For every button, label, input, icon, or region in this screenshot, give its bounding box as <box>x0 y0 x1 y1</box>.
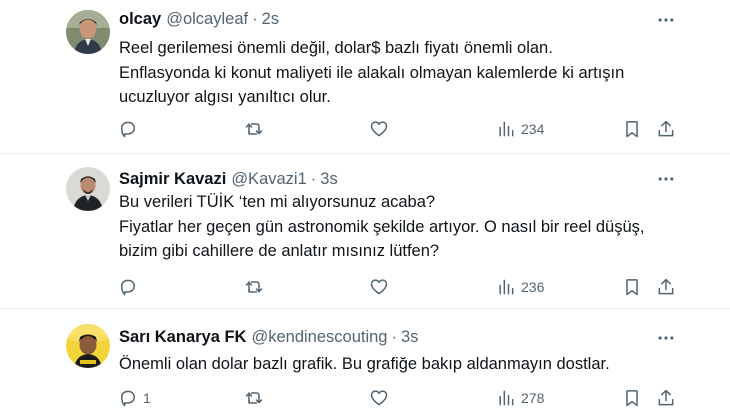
share-button[interactable] <box>656 117 676 141</box>
reply-button[interactable] <box>118 275 143 299</box>
more-dots-icon[interactable] <box>654 8 678 32</box>
share-icon <box>658 120 674 137</box>
view-count: 234 <box>521 121 545 137</box>
avatar[interactable] <box>66 167 110 211</box>
author-handle[interactable]: @olcayleaf <box>166 10 248 29</box>
tweet-text: Bu verileri TÜİK ‘ten mi alıyorsunuz aca… <box>119 190 689 264</box>
timestamp[interactable]: 2s <box>262 10 279 29</box>
retweet-icon <box>245 123 263 135</box>
separator-dot: · <box>310 169 317 188</box>
tweet-actions: 236 <box>110 275 680 299</box>
view-count: 278 <box>521 390 545 406</box>
views-button[interactable]: 234 <box>496 117 544 141</box>
share-button[interactable] <box>656 386 676 410</box>
tweet-text: Önemli olan dolar bazlı grafik. Bu grafi… <box>119 352 689 377</box>
more-dots-icon[interactable] <box>654 326 678 350</box>
bookmark-icon <box>626 121 638 138</box>
views-icon <box>499 279 514 295</box>
retweet-icon <box>245 392 263 404</box>
tweet-actions: 1 278 <box>110 386 680 410</box>
author-name[interactable]: Sajmir Kavazi <box>119 170 226 189</box>
tweet-text-line: Fiyatlar her geçen gün astronomik şekild… <box>119 217 645 236</box>
like-button[interactable] <box>369 386 394 410</box>
views-icon <box>499 390 514 406</box>
heart-icon <box>370 279 388 295</box>
share-button[interactable] <box>656 275 676 299</box>
tweet-header: Sajmir Kavazi @Kavazi1 · 3s <box>119 168 338 190</box>
bookmark-button[interactable] <box>622 275 642 299</box>
like-button[interactable] <box>369 117 394 141</box>
tweet-text-line: ucuzluyor algısı yanıltıcı olur. <box>119 88 331 106</box>
tweet-text-line: bizim gibi cahillere de anlatır mısınız … <box>119 242 440 260</box>
avatar[interactable] <box>66 324 110 368</box>
view-count: 236 <box>521 279 545 295</box>
bookmark-icon <box>626 390 638 407</box>
tweet-text-line: Bu verileri TÜİK ‘ten mi alıyorsunuz aca… <box>119 193 436 211</box>
share-icon <box>658 389 674 406</box>
tweet[interactable]: Sajmir Kavazi @Kavazi1 · 3s Bu verileri … <box>0 155 730 309</box>
timestamp[interactable]: 3s <box>401 328 418 347</box>
bookmark-icon <box>626 279 638 296</box>
reply-button[interactable] <box>118 117 143 141</box>
retweet-icon <box>245 281 263 293</box>
author-name[interactable]: Sarı Kanarya FK <box>119 328 246 347</box>
timestamp[interactable]: 3s <box>320 170 337 189</box>
bookmark-button[interactable] <box>622 117 642 141</box>
like-button[interactable] <box>369 275 394 299</box>
tweet-text-line: Enflasyonda ki konut maliyeti ile alakal… <box>119 63 625 82</box>
reply-count: 1 <box>143 390 151 406</box>
tweet-text: Reel gerilemesi önemli değil, dolar$ baz… <box>119 36 689 110</box>
separator-dot: · <box>252 9 258 28</box>
tweet-header: Sarı Kanarya FK @kendinescouting · 3s <box>119 326 418 348</box>
author-handle[interactable]: @kendinescouting <box>251 328 387 347</box>
author-name[interactable]: olcay <box>119 10 161 29</box>
tweet-actions: 234 <box>110 117 680 141</box>
share-icon <box>658 278 674 295</box>
tweet-text-line: Önemli olan dolar bazlı grafik. Bu grafi… <box>119 355 610 373</box>
avatar[interactable] <box>66 10 110 54</box>
views-icon <box>499 121 514 137</box>
retweet-button[interactable] <box>244 275 269 299</box>
retweet-button[interactable] <box>244 386 269 410</box>
separator-dot: · <box>391 327 398 346</box>
bookmark-button[interactable] <box>622 386 642 410</box>
tweet-header: olcay @olcayleaf · 2s <box>119 8 279 30</box>
author-handle[interactable]: @Kavazi1 <box>231 170 306 189</box>
views-button[interactable]: 278 <box>496 386 544 410</box>
more-dots-icon[interactable] <box>654 167 678 191</box>
heart-icon <box>370 390 388 406</box>
tweet-text-line: Reel gerilemesi önemli değil, dolar$ baz… <box>119 39 553 57</box>
views-button[interactable]: 236 <box>496 275 544 299</box>
reply-icon <box>121 390 135 407</box>
retweet-button[interactable] <box>244 117 269 141</box>
tweet[interactable]: Sarı Kanarya FK @kendinescouting · 3s Ön… <box>0 310 730 420</box>
reply-button[interactable]: 1 <box>118 386 151 410</box>
reply-icon <box>121 279 135 296</box>
heart-icon <box>370 121 388 137</box>
tweet[interactable]: olcay @olcayleaf · 2s Reel gerilemesi ön… <box>0 0 730 154</box>
reply-icon <box>121 121 135 138</box>
